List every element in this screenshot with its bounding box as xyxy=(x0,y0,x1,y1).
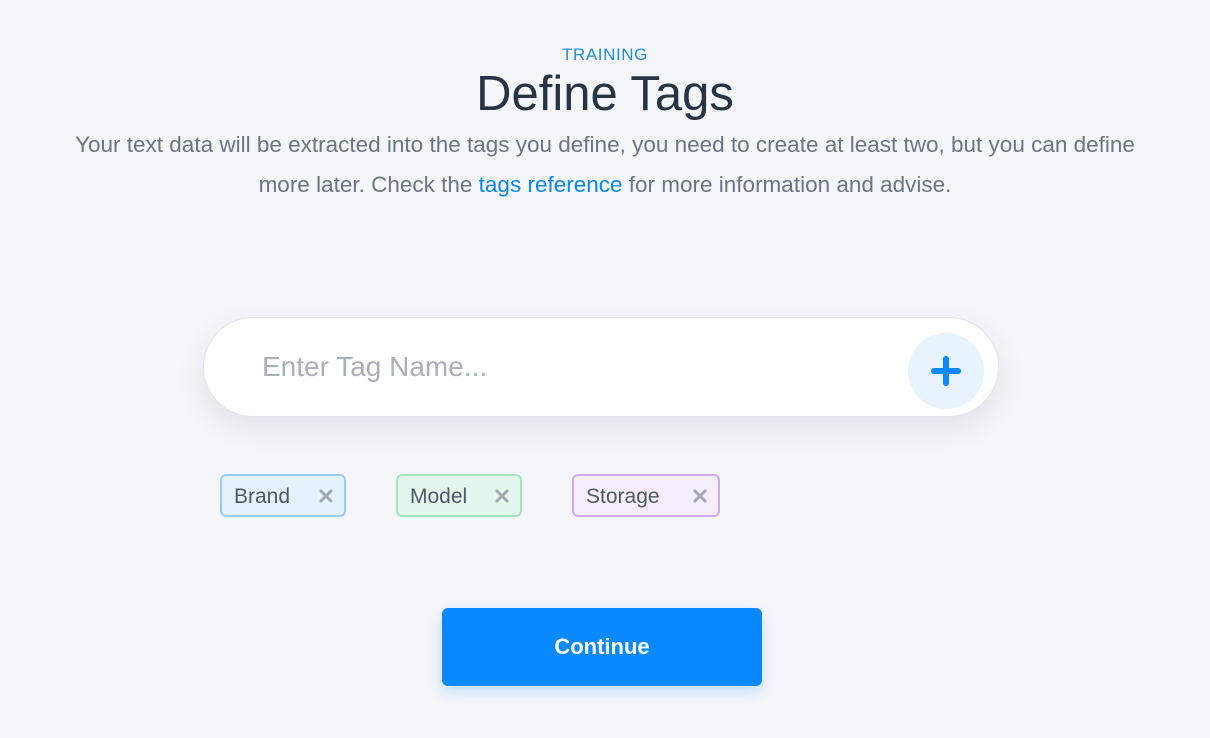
tag-label: Brand xyxy=(234,485,291,508)
tag-label: Storage xyxy=(586,485,660,508)
tag-input-container xyxy=(203,317,999,417)
page-title: Define Tags xyxy=(476,67,734,121)
section-eyebrow: TRAINING xyxy=(561,45,649,64)
tag-chip-storage: Storage xyxy=(572,474,720,517)
tag-chip-brand: Brand xyxy=(220,474,346,517)
close-icon[interactable] xyxy=(494,488,510,504)
close-icon[interactable] xyxy=(692,488,708,504)
page-description: Your text data will be extracted into th… xyxy=(50,125,1160,205)
add-tag-button[interactable] xyxy=(908,333,984,409)
close-icon[interactable] xyxy=(318,488,334,504)
tag-chip-model: Model xyxy=(396,474,522,517)
plus-icon xyxy=(931,356,961,386)
description-text-after: for more information and advise. xyxy=(622,172,952,197)
continue-button[interactable]: Continue xyxy=(442,608,762,686)
tags-reference-link[interactable]: tags reference xyxy=(479,172,623,197)
tag-label: Model xyxy=(410,485,468,508)
tag-name-input[interactable] xyxy=(262,318,882,416)
